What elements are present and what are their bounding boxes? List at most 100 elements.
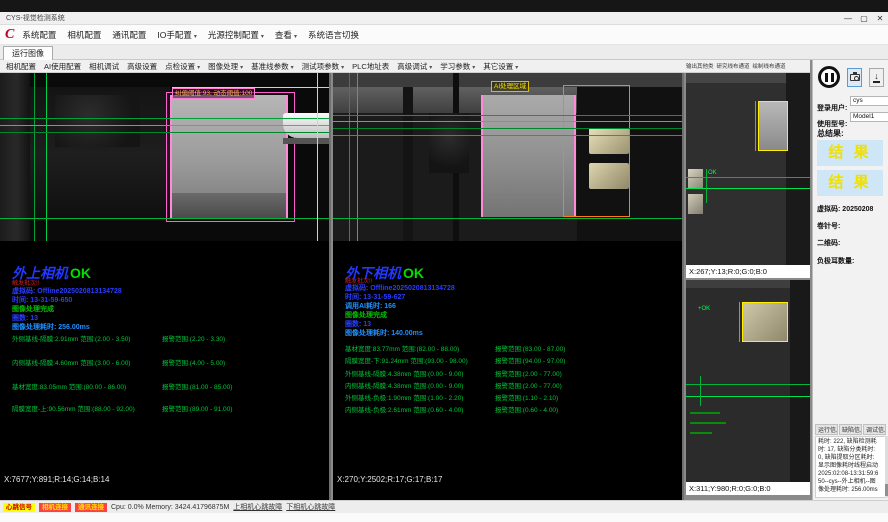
tool-camera-debug[interactable]: 相机调试 xyxy=(89,61,119,72)
guide-line-horizontal xyxy=(333,115,684,116)
pin-number-label: 卷针号: xyxy=(817,221,840,231)
alarm-range: 报警范围:(1.10 - 2.10) xyxy=(495,392,558,402)
measurement-value: 外侧基线-负极:1.90mm 范围:(1.00 - 2.20) xyxy=(345,392,463,402)
tool-ai-config[interactable]: AI使用配置 xyxy=(44,61,81,72)
preview-header-label-2[interactable]: 研究线布通道 xyxy=(717,62,750,70)
window-title: CYS-视觉检测系统 xyxy=(6,13,840,23)
log-tab-debug[interactable]: 调试信息 xyxy=(863,424,886,435)
pause-button[interactable] xyxy=(818,66,840,88)
snapshot-button[interactable] xyxy=(847,68,862,87)
preview-header-label-3[interactable]: 绘制线布通道 xyxy=(753,62,786,70)
pause-icon xyxy=(825,73,828,82)
result-ok-badge: OK xyxy=(403,265,424,281)
log-text-mark xyxy=(690,412,720,414)
camera-view-upper[interactable]: 纠偏阈值:93, 动态阈值:100 外上相机OK 触发批次!! 虚拟码: Off… xyxy=(0,73,331,500)
tool-image-processing[interactable]: 图像处理 xyxy=(208,61,243,72)
measurement-value: 基材宽度:83.05mm 范围:(80.00 - 86.00) xyxy=(12,381,126,391)
alarm-range: 报警范围:(94.00 - 97.00) xyxy=(495,355,565,365)
preview-view-2[interactable]: +OK xyxy=(686,280,810,482)
log-output: 耗时: 222, 缺陷检测耗时: 17, 缺陷分类耗时: 0, 缺陷提取分区耗时… xyxy=(815,436,887,498)
log-tabs: 运行信息 缺陷信息 调试信息 xyxy=(815,424,887,435)
camera-view-lower[interactable]: AI处理区域 外下相机OK 触发批次!! 虚拟码: Offline2025020… xyxy=(333,73,684,500)
maximize-button[interactable]: ▢ xyxy=(856,14,872,23)
tool-spotcheck-settings[interactable]: 点检设置 xyxy=(165,61,200,72)
machine-roller xyxy=(429,113,469,173)
detection-box-yellow xyxy=(742,302,788,342)
marker-line-purple xyxy=(755,101,756,151)
preview-ok-text: OK xyxy=(708,170,717,176)
menu-language-switch[interactable]: 系统语言切换 xyxy=(308,29,359,41)
guide-line-horizontal xyxy=(333,128,684,129)
heartbeat-indicator: 心跳信号 xyxy=(3,503,35,512)
guide-line-horizontal xyxy=(0,118,331,119)
elapsed-line: 图像处理耗时: 140.00ms xyxy=(345,328,423,338)
guide-line-horizontal xyxy=(686,177,810,178)
guide-line-horizontal xyxy=(0,218,331,219)
menu-comm-config[interactable]: 通讯配置 xyxy=(112,29,146,41)
measurement-row: 隔膜宽度-下:91.24mm 范围:(93.00 - 98.00) 报警范围:(9… xyxy=(333,355,682,365)
minimize-button[interactable]: — xyxy=(840,14,856,23)
guide-line-vertical xyxy=(357,73,358,241)
menu-camera-config[interactable]: 相机配置 xyxy=(67,29,101,41)
guide-line-horizontal xyxy=(0,125,331,126)
log-text-mark xyxy=(690,432,712,434)
detection-box-pink xyxy=(166,92,295,222)
gripper-shadow xyxy=(283,138,331,144)
title-bar: CYS-视觉检测系统 — ▢ ✕ xyxy=(0,12,888,25)
screen-top-strip xyxy=(0,0,888,12)
measurement-row: 隔膜宽度-上:90.56mm 范围:(88.00 - 92.00)报警范围:(8… xyxy=(0,403,329,413)
tab-strip: 运行图像 xyxy=(0,45,888,60)
measurement-value: 隔膜宽度-下:91.24mm 范围:(93.00 - 98.00) xyxy=(345,355,468,365)
guide-line-horizontal xyxy=(333,135,684,136)
film-region xyxy=(481,95,576,217)
detection-box-orange xyxy=(563,85,630,217)
alarm-range: 报警范围:(81.00 - 85.00) xyxy=(162,381,232,391)
dark-column xyxy=(786,73,810,265)
virtual-code-value: 20250208 xyxy=(842,206,873,213)
user-label: 登录用户: xyxy=(817,105,847,112)
tool-test-params[interactable]: 测试项参数 xyxy=(302,61,345,72)
user-input[interactable]: cys xyxy=(850,96,888,106)
menu-light-config[interactable]: 光源控制配置 xyxy=(208,29,264,41)
tool-baseline-params[interactable]: 基准线参数 xyxy=(251,61,294,72)
alarm-range: 报警范围:(0.60 - 4.00) xyxy=(495,404,558,414)
alarm-range: 报警范围:(2.00 - 77.00) xyxy=(495,368,562,378)
log-tab-run[interactable]: 运行信息 xyxy=(815,424,838,435)
threshold-label: 纠偏阈值:93, 动态阈值:100 xyxy=(172,88,255,99)
total-result-label: 总结果: xyxy=(817,128,844,139)
machine-roller xyxy=(55,95,140,147)
menu-io-config[interactable]: IO手配置 xyxy=(157,29,197,41)
toolbar: 相机配置 AI使用配置 相机调试 高级设置 点检设置 图像处理 基准线参数 测试… xyxy=(0,60,686,73)
result-box-2: 结 果 xyxy=(817,170,883,196)
measurement-value: 内侧基线-隔膜:4.60mm 范围:(3.00 - 6.00) xyxy=(12,357,130,367)
close-button[interactable]: ✕ xyxy=(872,14,888,23)
tool-camera-config[interactable]: 相机配置 xyxy=(6,61,36,72)
save-image-button[interactable]: ↓ xyxy=(869,68,884,87)
tool-advanced-settings[interactable]: 高级设置 xyxy=(127,61,157,72)
tool-learning-params[interactable]: 学习参数 xyxy=(440,61,475,72)
guide-line-horizontal xyxy=(686,384,810,385)
log-tab-defect[interactable]: 缺陷信息 xyxy=(839,424,862,435)
menu-system-config[interactable]: 系统配置 xyxy=(22,29,56,41)
defect-thumbnail xyxy=(688,194,703,214)
menu-view[interactable]: 查看 xyxy=(275,29,297,41)
alarm-range: 报警范围:(2.20 - 3.30) xyxy=(162,333,225,343)
tool-plc-address[interactable]: PLC地址表 xyxy=(352,61,389,72)
tool-other-settings[interactable]: 其它设置 xyxy=(483,61,518,72)
right-sidebar: ↓ 登录用户: cys 使用型号: Model1 总结果: 结 果 结 果 虚拟… xyxy=(812,60,888,500)
marker-line-purple xyxy=(739,302,740,342)
preview-view-1[interactable]: OK xyxy=(686,73,810,265)
qr-code-label: 二维码: xyxy=(817,238,840,248)
tab-run-image[interactable]: 运行图像 xyxy=(3,46,53,60)
model-label: 使用型号: xyxy=(817,121,847,128)
measurement-row: 外侧基线-负极:1.90mm 范围:(1.00 - 2.20) 报警范围:(1.1… xyxy=(333,392,682,402)
preview-header-label-1[interactable]: 输出其他类 xyxy=(686,62,714,70)
guide-line-horizontal xyxy=(0,132,331,133)
model-input[interactable]: Model1 xyxy=(850,112,888,122)
guide-line-vertical xyxy=(349,73,350,241)
pause-icon xyxy=(831,73,834,82)
ai-region-label: AI处理区域 xyxy=(491,81,529,92)
screen-bottom-strip xyxy=(0,513,888,522)
comm-connection-indicator: 通讯连接 xyxy=(75,503,107,512)
tool-advanced-debug[interactable]: 高级调试 xyxy=(397,61,432,72)
